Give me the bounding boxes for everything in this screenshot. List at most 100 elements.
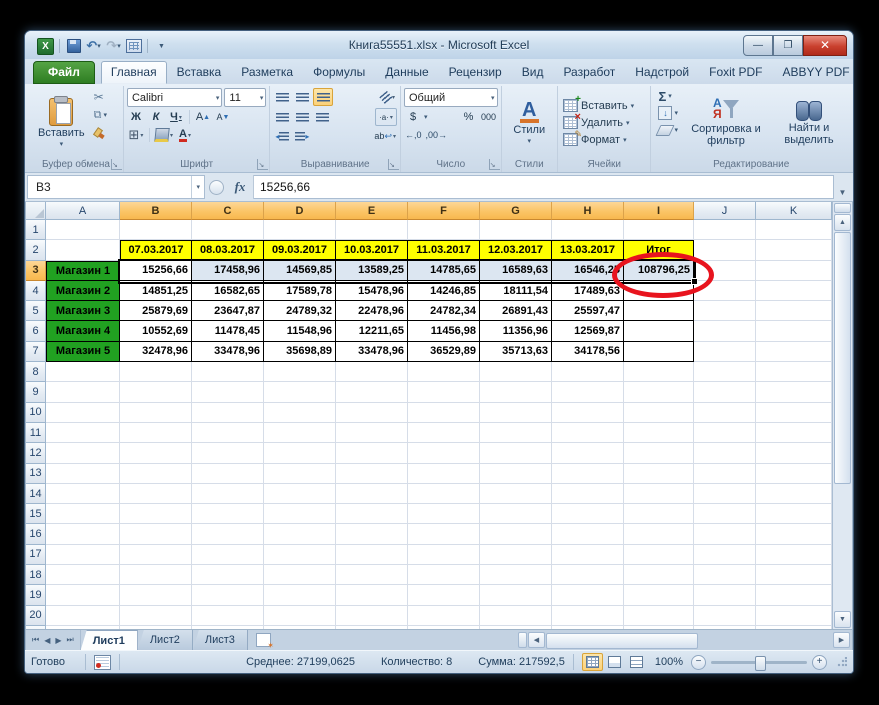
- row-header-13[interactable]: 13: [26, 464, 46, 484]
- cell-D6[interactable]: 11548,96: [264, 321, 336, 341]
- cell-C16[interactable]: [192, 524, 264, 544]
- cell-K3[interactable]: [756, 261, 832, 281]
- cell-A5[interactable]: Магазин 3: [46, 301, 120, 321]
- cell-G14[interactable]: [480, 484, 552, 504]
- row-header-14[interactable]: 14: [26, 484, 46, 504]
- increase-indent-button[interactable]: ▸: [293, 128, 311, 144]
- cell-F4[interactable]: 14246,85: [408, 281, 480, 301]
- cell-I16[interactable]: [624, 524, 694, 544]
- cell-J15[interactable]: [694, 504, 756, 524]
- cell-I7[interactable]: [624, 342, 694, 362]
- column-header-D[interactable]: D: [264, 202, 336, 220]
- wrap-text-button[interactable]: ab↩▾: [373, 128, 397, 144]
- cell-C13[interactable]: [192, 464, 264, 484]
- excel-logo-icon[interactable]: X: [37, 38, 54, 54]
- cell-H6[interactable]: 12569,87: [552, 321, 624, 341]
- align-right-button[interactable]: [313, 109, 331, 125]
- cell-G19[interactable]: [480, 585, 552, 605]
- cell-D20[interactable]: [264, 606, 336, 626]
- cell-B20[interactable]: [120, 606, 192, 626]
- cell-E1[interactable]: [336, 220, 408, 240]
- expand-formula-bar-icon[interactable]: ▼: [834, 175, 851, 199]
- align-left-button[interactable]: [273, 109, 291, 125]
- column-header-E[interactable]: E: [336, 202, 408, 220]
- cell-J17[interactable]: [694, 545, 756, 565]
- cell-F11[interactable]: [408, 423, 480, 443]
- cell-F12[interactable]: [408, 443, 480, 463]
- cell-I10[interactable]: [624, 403, 694, 423]
- cell-I1[interactable]: [624, 220, 694, 240]
- font-size-combo[interactable]: 11▾: [224, 88, 266, 107]
- cell-D15[interactable]: [264, 504, 336, 524]
- find-select-button[interactable]: Найти и выделить: [770, 87, 848, 158]
- decrease-decimal-button[interactable]: ,00→: [425, 127, 449, 143]
- cell-C20[interactable]: [192, 606, 264, 626]
- cell-C6[interactable]: 11478,45: [192, 321, 264, 341]
- cell-E9[interactable]: [336, 382, 408, 402]
- cell-D8[interactable]: [264, 362, 336, 382]
- row-header-5[interactable]: 5: [26, 301, 46, 321]
- cell-D12[interactable]: [264, 443, 336, 463]
- cell-B5[interactable]: 25879,69: [120, 301, 192, 321]
- cell-A18[interactable]: [46, 565, 120, 585]
- cell-K15[interactable]: [756, 504, 832, 524]
- cell-H15[interactable]: [552, 504, 624, 524]
- last-sheet-icon[interactable]: ⏭: [65, 634, 76, 646]
- cell-A21[interactable]: [46, 626, 120, 629]
- cell-J6[interactable]: [694, 321, 756, 341]
- cell-D1[interactable]: [264, 220, 336, 240]
- customize-qat-button[interactable]: ▼: [153, 38, 170, 54]
- cell-A6[interactable]: Магазин 4: [46, 321, 120, 341]
- cell-J10[interactable]: [694, 403, 756, 423]
- cell-E14[interactable]: [336, 484, 408, 504]
- cell-J18[interactable]: [694, 565, 756, 585]
- cell-K9[interactable]: [756, 382, 832, 402]
- cell-E21[interactable]: [336, 626, 408, 629]
- cell-C4[interactable]: 16582,65: [192, 281, 264, 301]
- cell-G17[interactable]: [480, 545, 552, 565]
- cell-F19[interactable]: [408, 585, 480, 605]
- row-header-8[interactable]: 8: [26, 362, 46, 382]
- next-sheet-icon[interactable]: ▶: [53, 635, 63, 646]
- tab-главная[interactable]: Главная: [101, 61, 167, 84]
- cell-J3[interactable]: [694, 261, 756, 281]
- cell-E7[interactable]: 33478,96: [336, 342, 408, 362]
- fill-button[interactable]: ↓▾: [656, 105, 680, 121]
- cell-H21[interactable]: [552, 626, 624, 629]
- cell-D21[interactable]: [264, 626, 336, 629]
- cell-E18[interactable]: [336, 565, 408, 585]
- cell-E17[interactable]: [336, 545, 408, 565]
- cell-I13[interactable]: [624, 464, 694, 484]
- row-header-7[interactable]: 7: [26, 342, 46, 362]
- cell-B11[interactable]: [120, 423, 192, 443]
- tab-разметка[interactable]: Разметка: [231, 61, 303, 84]
- cell-I18[interactable]: [624, 565, 694, 585]
- cell-G9[interactable]: [480, 382, 552, 402]
- page-break-view-button[interactable]: [626, 653, 647, 671]
- tab-данные[interactable]: Данные: [375, 61, 438, 84]
- cell-A15[interactable]: [46, 504, 120, 524]
- sort-filter-button[interactable]: АЯ Сортировка и фильтр: [682, 87, 770, 158]
- cell-B1[interactable]: [120, 220, 192, 240]
- clear-button[interactable]: ▾: [656, 122, 680, 138]
- prev-sheet-icon[interactable]: ◀: [42, 635, 52, 646]
- tab-формулы[interactable]: Формулы: [303, 61, 375, 84]
- cell-E4[interactable]: 15478,96: [336, 281, 408, 301]
- cell-F10[interactable]: [408, 403, 480, 423]
- dialog-launcher-icon[interactable]: ↘: [257, 159, 268, 170]
- column-header-I[interactable]: I: [624, 202, 694, 220]
- column-header-B[interactable]: B: [120, 202, 192, 220]
- scroll-down-icon[interactable]: ▼: [834, 611, 851, 628]
- dialog-launcher-icon[interactable]: ↘: [489, 159, 500, 170]
- cell-D19[interactable]: [264, 585, 336, 605]
- cell-F6[interactable]: 11456,98: [408, 321, 480, 341]
- cell-K20[interactable]: [756, 606, 832, 626]
- cell-J21[interactable]: [694, 626, 756, 629]
- row-header-20[interactable]: 20: [26, 606, 46, 626]
- cell-D9[interactable]: [264, 382, 336, 402]
- cell-K19[interactable]: [756, 585, 832, 605]
- cell-B18[interactable]: [120, 565, 192, 585]
- cell-B10[interactable]: [120, 403, 192, 423]
- row-header-17[interactable]: 17: [26, 545, 46, 565]
- bold-button[interactable]: Ж: [127, 109, 145, 125]
